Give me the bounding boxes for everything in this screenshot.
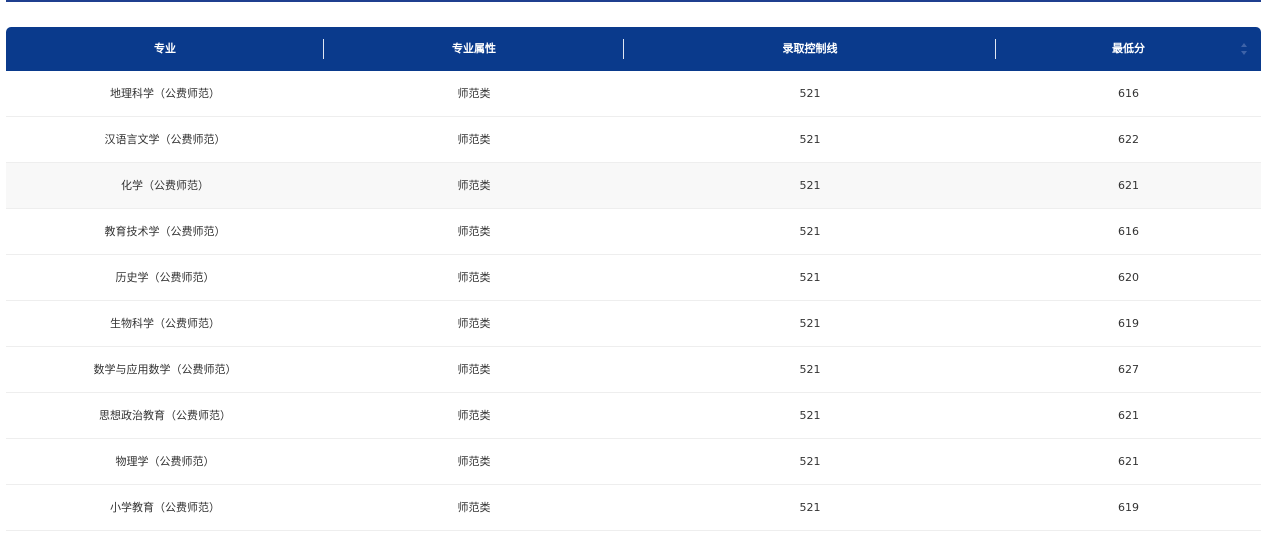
scores-table: 专业 专业属性 录取控制线 最低分 地理科学（公费师范） 师范类 521 616 汉语言… <box>6 27 1261 531</box>
cell-min-score: 619 <box>1118 317 1139 330</box>
cell-control-line: 521 <box>799 179 821 192</box>
header-min-score[interactable]: 最低分 <box>996 27 1261 71</box>
cell-attribute: 师范类 <box>457 133 491 146</box>
cell-attribute: 师范类 <box>457 225 491 238</box>
table-header: 专业 专业属性 录取控制线 最低分 <box>6 27 1261 71</box>
cell-major: 化学（公费师范） <box>121 179 209 192</box>
cell-major: 思想政治教育（公费师范） <box>99 409 231 422</box>
cell-min-score: 616 <box>1118 225 1139 238</box>
header-major: 专业 <box>6 27 324 71</box>
cell-min-score: 620 <box>1118 271 1139 284</box>
cell-min-score: 616 <box>1118 87 1139 100</box>
cell-major: 汉语言文学（公费师范） <box>104 133 226 146</box>
table-row: 思想政治教育（公费师范） 师范类 521 621 <box>6 393 1261 439</box>
table-body: 地理科学（公费师范） 师范类 521 616 汉语言文学（公费师范） 师范类 521 622 化… <box>6 71 1261 531</box>
cell-attribute: 师范类 <box>457 271 491 284</box>
cell-min-score: 619 <box>1118 501 1139 514</box>
top-divider <box>6 0 1261 2</box>
cell-min-score: 627 <box>1118 363 1139 376</box>
cell-major: 教育技术学（公费师范） <box>104 225 226 238</box>
cell-attribute: 师范类 <box>457 179 491 192</box>
table-row: 化学（公费师范） 师范类 521 621 <box>6 163 1261 209</box>
cell-major: 物理学（公费师范） <box>115 455 215 468</box>
table-row: 汉语言文学（公费师范） 师范类 521 622 <box>6 117 1261 163</box>
cell-control-line: 521 <box>799 501 821 514</box>
cell-attribute: 师范类 <box>457 455 491 468</box>
header-control-line: 录取控制线 <box>624 27 996 71</box>
cell-control-line: 521 <box>799 455 821 468</box>
cell-min-score: 621 <box>1118 179 1139 192</box>
cell-control-line: 521 <box>799 409 821 422</box>
table-row: 物理学（公费师范） 师范类 521 621 <box>6 439 1261 485</box>
cell-major: 数学与应用数学（公费师范） <box>93 363 237 376</box>
cell-control-line: 521 <box>799 133 821 146</box>
table-row: 数学与应用数学（公费师范） 师范类 521 627 <box>6 347 1261 393</box>
table-row: 生物科学（公费师范） 师范类 521 619 <box>6 301 1261 347</box>
header-min-score-label: 最低分 <box>1112 42 1145 55</box>
cell-control-line: 521 <box>799 363 821 376</box>
cell-min-score: 621 <box>1118 455 1139 468</box>
cell-major: 历史学（公费师范） <box>115 271 215 284</box>
cell-major: 小学教育（公费师范） <box>110 501 220 514</box>
cell-min-score: 622 <box>1118 133 1139 146</box>
cell-attribute: 师范类 <box>457 363 491 376</box>
cell-control-line: 521 <box>799 317 821 330</box>
table-row: 历史学（公费师范） 师范类 521 620 <box>6 255 1261 301</box>
cell-attribute: 师范类 <box>457 87 491 100</box>
cell-major: 生物科学（公费师范） <box>110 317 220 330</box>
cell-attribute: 师范类 <box>457 409 491 422</box>
cell-control-line: 521 <box>799 225 821 238</box>
cell-major: 地理科学（公费师范） <box>110 87 220 100</box>
cell-attribute: 师范类 <box>457 317 491 330</box>
header-attribute: 专业属性 <box>324 27 624 71</box>
cell-control-line: 521 <box>799 271 821 284</box>
table-row: 地理科学（公费师范） 师范类 521 616 <box>6 71 1261 117</box>
table-row: 教育技术学（公费师范） 师范类 521 616 <box>6 209 1261 255</box>
table-row: 小学教育（公费师范） 师范类 521 619 <box>6 485 1261 531</box>
cell-attribute: 师范类 <box>457 501 491 514</box>
sort-icon[interactable] <box>1241 42 1247 56</box>
cell-min-score: 621 <box>1118 409 1139 422</box>
cell-control-line: 521 <box>799 87 821 100</box>
